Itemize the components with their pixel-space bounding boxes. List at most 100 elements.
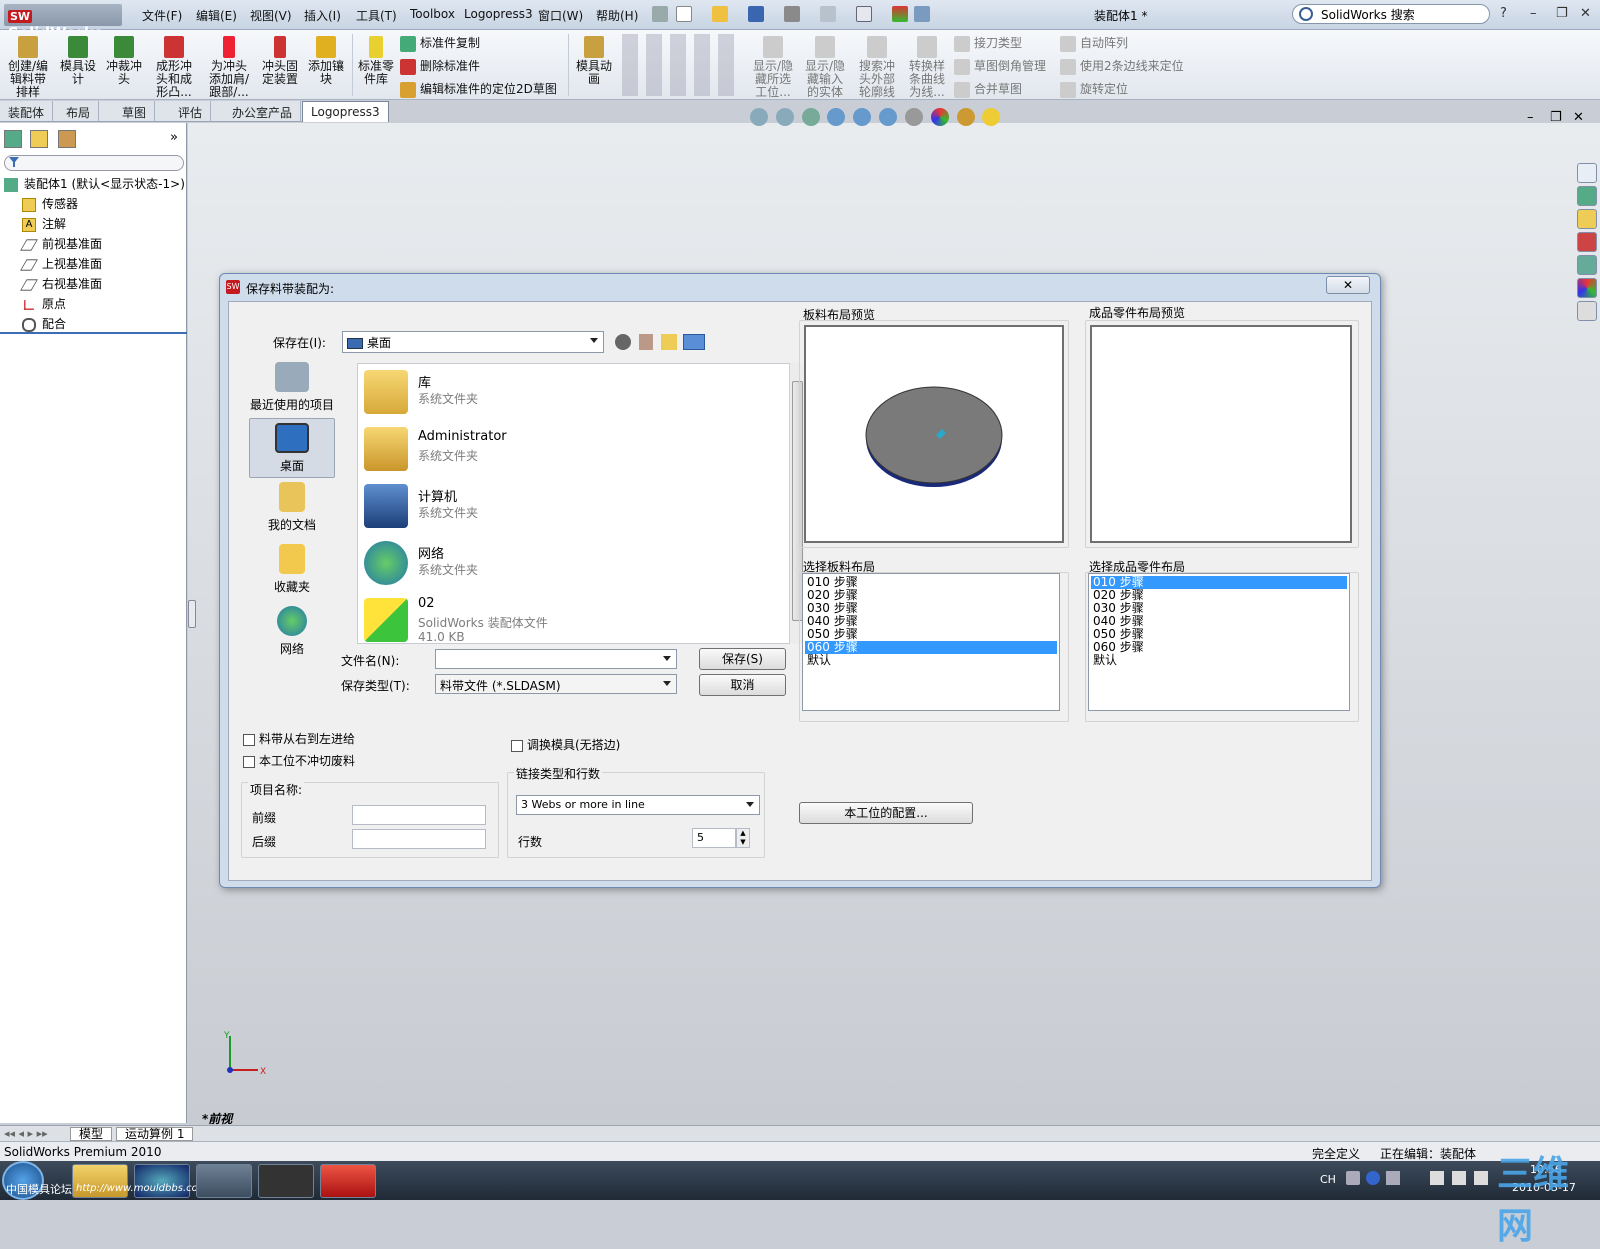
list-item[interactable]: 网络 系统文件夹 (364, 537, 784, 589)
tree-root-assembly[interactable]: 装配体1 (默认<显示状态-1>) (4, 175, 185, 192)
two-edge-locate-button[interactable]: 使用2条边线来定位 (1060, 57, 1184, 75)
display-style-icon[interactable] (879, 108, 898, 126)
network-tray-icon[interactable] (1452, 1171, 1466, 1185)
place-network[interactable]: 网络 (249, 606, 335, 662)
rows-stepper[interactable]: ▲ ▼ (736, 828, 750, 848)
tree-item-front-plane[interactable]: 前视基准面 (20, 235, 102, 252)
tab-logopress[interactable]: Logopress3 (302, 101, 389, 122)
doc-close-icon[interactable]: ✕ (1573, 110, 1584, 125)
save-button[interactable]: 保存(S) (699, 648, 786, 670)
checkbox-box[interactable] (243, 733, 255, 746)
edit-sketch-button[interactable]: 编辑标准件的定位2D草图 (400, 80, 557, 98)
file-list[interactable]: 库系统文件夹 Administrator 系统文件夹 计算机 系统文件夹 网络 系统文… (357, 363, 794, 644)
view-orientation-icon[interactable] (853, 108, 872, 126)
list-item[interactable]: Administrator 系统文件夹 (364, 423, 784, 475)
help-tray-icon[interactable] (1366, 1171, 1380, 1185)
save-icon[interactable] (748, 6, 764, 22)
rows-input[interactable]: 5 (692, 828, 736, 848)
print-icon[interactable] (784, 6, 800, 22)
list-item[interactable]: 默认 (1091, 654, 1347, 667)
merge-sketch-button[interactable]: 合并草图 (954, 80, 1022, 98)
die-design-button[interactable]: 模具设计 (58, 36, 98, 86)
place-documents[interactable]: 我的文档 (249, 482, 335, 538)
list-item[interactable]: 060 步骤 (1091, 641, 1347, 654)
menu-tools[interactable]: 工具(T) (356, 7, 397, 24)
select-arrow-icon[interactable] (856, 6, 872, 22)
auto-pattern-button[interactable]: 自动阵列 (1060, 34, 1128, 52)
language-indicator[interactable]: CH (1320, 1173, 1336, 1186)
solidworks-logo[interactable]: SWSolidWorks (4, 4, 122, 42)
menu-insert[interactable]: 插入(I) (304, 7, 341, 24)
scene-icon[interactable] (956, 108, 975, 126)
cut-punch-button[interactable]: 冲裁冲头 (104, 36, 144, 86)
tree-item-mates[interactable]: 配合 (22, 315, 66, 332)
realview-icon[interactable] (982, 108, 1001, 126)
keyboard-icon[interactable] (1346, 1171, 1360, 1185)
taskbar-app[interactable] (196, 1164, 252, 1198)
doc-restore-icon[interactable]: ❐ (1550, 110, 1562, 125)
tab-motion-study[interactable]: 运动算例 1 (116, 1127, 194, 1141)
menu-window[interactable]: 窗口(W) (538, 7, 583, 24)
file-explorer-icon[interactable] (1577, 209, 1597, 229)
tray-icon[interactable] (1386, 1171, 1400, 1185)
menu-toolbox[interactable]: Toolbox (410, 7, 455, 21)
list-item[interactable]: 02 SolidWorks 装配体文件 41.0 KB (364, 594, 784, 648)
undo-icon[interactable] (820, 6, 836, 22)
delete-standard-button[interactable]: 删除标准件 (400, 57, 480, 75)
add-shoulder-button[interactable]: 为冲头添加肩/跟部/... (206, 36, 252, 99)
design-library-icon[interactable] (1577, 186, 1597, 206)
close-icon[interactable]: ✕ (1580, 6, 1591, 21)
config-tab-icon[interactable] (58, 130, 76, 148)
tab-layout[interactable]: 布局 (58, 101, 100, 122)
list-item[interactable]: 计算机 系统文件夹 (364, 480, 784, 532)
station-config-button[interactable]: 本工位的配置... (799, 802, 973, 824)
home-icon[interactable] (1577, 163, 1597, 183)
panel-splitter-handle[interactable] (188, 600, 196, 628)
hide-show-icon[interactable] (904, 108, 923, 126)
new-doc-icon[interactable] (676, 6, 692, 22)
tree-filter-input[interactable] (4, 155, 184, 171)
replace-die-checkbox[interactable]: 调换模具(无搭边) (511, 736, 620, 753)
appearances-tab-icon[interactable] (1577, 278, 1597, 298)
convert-spline-button[interactable]: 转换样条曲线为线... (904, 36, 950, 99)
tree-item-annotations[interactable]: A 注解 (22, 215, 66, 232)
rebuild-icon[interactable] (892, 6, 908, 22)
view-palette-icon[interactable] (1577, 255, 1597, 275)
feature-tree-tab-icon[interactable] (4, 130, 22, 148)
property-tab-icon[interactable] (30, 130, 48, 148)
search-tab-icon[interactable] (1577, 232, 1597, 252)
tab-scroll-arrows[interactable]: ◂◂ ◂ ▸ ▸▸ (4, 1127, 48, 1140)
suffix-input[interactable] (352, 829, 486, 849)
menu-edit[interactable]: 编辑(E) (196, 7, 237, 24)
place-desktop[interactable]: 桌面 (249, 418, 335, 478)
volume-icon[interactable] (1474, 1171, 1488, 1185)
checkbox-box[interactable] (243, 755, 255, 768)
menu-help[interactable]: 帮助(H) (596, 7, 638, 24)
taskbar-qq[interactable] (258, 1164, 314, 1198)
expand-chevron-icon[interactable]: » (170, 130, 178, 145)
checkbox-box[interactable] (511, 739, 523, 752)
tree-item-right-plane[interactable]: 右视基准面 (20, 275, 102, 292)
tool-icon-grid[interactable] (622, 34, 742, 96)
form-punch-button[interactable]: 成形冲头和成形凸... (152, 36, 196, 99)
right-to-left-checkbox[interactable]: 料带从右到左进给 (243, 730, 355, 747)
filename-field[interactable] (435, 649, 677, 669)
show-hide-body-button[interactable]: 显示/隐藏输入的实体 (802, 36, 848, 99)
tab-evaluate[interactable]: 评估 (170, 101, 212, 122)
section-view-icon[interactable] (827, 108, 846, 126)
menu-logopress[interactable]: Logopress3 (464, 7, 533, 21)
chamfer-button[interactable]: 草图倒角管理 (954, 57, 1046, 75)
new-folder-icon[interactable] (661, 334, 677, 350)
tab-sketch[interactable]: 草图 (114, 101, 156, 122)
taskbar-solidworks[interactable] (320, 1164, 376, 1198)
custom-properties-icon[interactable] (1577, 301, 1597, 321)
add-insert-button[interactable]: 添加镶块 (306, 36, 346, 86)
save-in-combo[interactable]: 桌面 (342, 331, 604, 353)
search-input[interactable]: SolidWorks 搜索 (1292, 4, 1490, 24)
tab-office[interactable]: 办公室产品 (224, 101, 302, 122)
zoom-area-icon[interactable] (775, 108, 794, 126)
cancel-button[interactable]: 取消 (699, 674, 786, 696)
minimize-icon[interactable]: – (1530, 6, 1537, 21)
menu-view[interactable]: 视图(V) (250, 7, 292, 24)
no-scrap-checkbox[interactable]: 本工位不冲切废料 (243, 752, 355, 769)
